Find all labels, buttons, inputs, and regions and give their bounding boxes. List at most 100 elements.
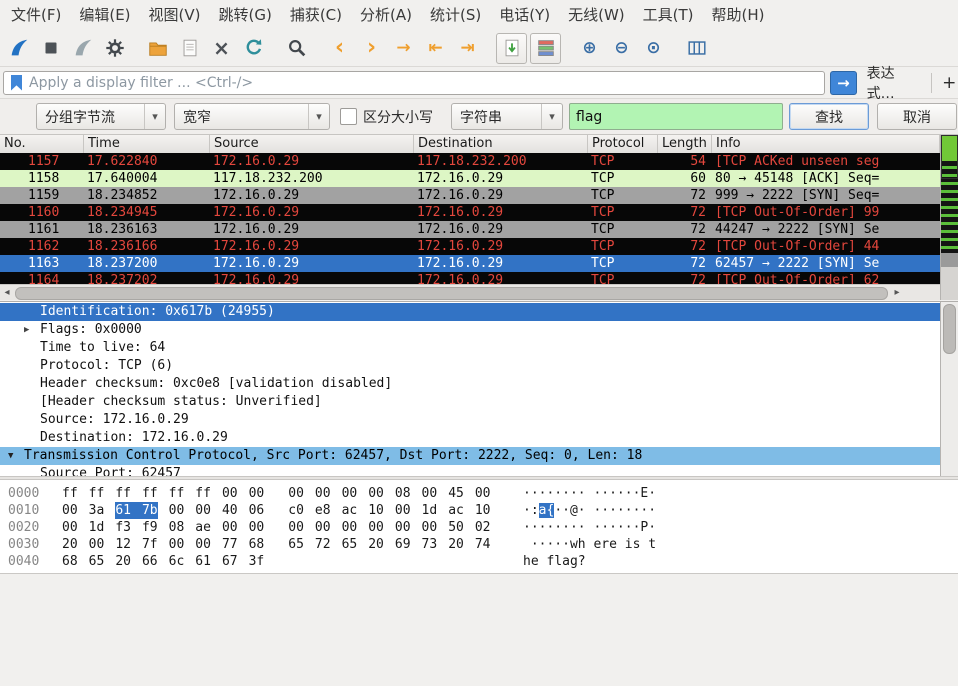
hex-row[interactable]: 0020 00 1d f3 f9 08 ae 00 00 00 00 00 00 00 00 50 02 ····… (0, 519, 958, 536)
go-to-packet-button[interactable]: → (389, 34, 418, 63)
detail-line[interactable]: ▼ Transmission Control Protocol, Src Port… (0, 447, 940, 465)
column-header-time[interactable]: Time (84, 135, 210, 153)
column-header-info[interactable]: Info (712, 135, 940, 153)
hex-byte: 65 (88, 554, 105, 569)
packet-row-1164[interactable]: 1164 18.237202 172.16.0.29 172.16.0.29 TCP 72… (0, 272, 940, 284)
go-forward-button[interactable]: › (357, 34, 386, 63)
stop-capture-button[interactable] (36, 34, 65, 63)
column-header-protocol[interactable]: Protocol (588, 135, 658, 153)
packet-row-1157[interactable]: 1157 17.622840 172.16.0.29 117.18.232.200 TC… (0, 153, 940, 170)
menu-help[interactable]: 帮助(H) (703, 0, 774, 30)
packet-row-1163[interactable]: 1163 18.237200 172.16.0.29 172.16.0.29 TCP 72… (0, 255, 940, 272)
detail-line[interactable]: [Header checksum status: Unverified] (0, 393, 940, 411)
colorize-toggle-button[interactable] (530, 32, 561, 64)
add-filter-button[interactable]: + (940, 73, 958, 93)
zoom-in-button[interactable]: ⊕ (575, 34, 604, 63)
column-header-length[interactable]: Length (658, 135, 712, 153)
detail-line[interactable]: Time to live: 64 (0, 339, 940, 357)
char-width-select[interactable]: 宽窄 ▾ (174, 103, 330, 130)
menu-go[interactable]: 跳转(G) (210, 0, 281, 30)
reload-file-button[interactable] (239, 34, 268, 63)
go-back-button[interactable]: ‹ (325, 34, 354, 63)
packet-list-scrollbar-minimap[interactable] (940, 135, 958, 300)
column-header-no[interactable]: No. (0, 135, 84, 153)
hex-row[interactable]: 0000 ff ff ff ff ff ff 00 00 00 00 00 00 08 00 45 00 ····… (0, 485, 958, 502)
save-file-button[interactable] (175, 34, 204, 63)
expression-button[interactable]: 表达式… (867, 63, 922, 103)
go-last-packet-button[interactable]: ⇥ (453, 34, 482, 63)
packet-row-1162[interactable]: 1162 18.236166 172.16.0.29 172.16.0.29 TCP 72… (0, 238, 940, 255)
detail-line[interactable]: Source Port: 62457 (0, 465, 940, 476)
column-header-source[interactable]: Source (210, 135, 414, 153)
menu-file[interactable]: 文件(F) (2, 0, 70, 30)
display-filter-input[interactable]: Apply a display filter ... <Ctrl-/> (3, 70, 826, 95)
hex-byte: 00 (314, 520, 331, 535)
menu-wireless[interactable]: 无线(W) (559, 0, 634, 30)
chevron-collapsed-icon[interactable]: ▶ (24, 321, 40, 339)
menu-capture[interactable]: 捕获(C) (281, 0, 351, 30)
go-back-icon: ‹ (334, 35, 345, 60)
detail-line[interactable]: Source: 172.16.0.29 (0, 411, 940, 429)
apply-filter-button[interactable]: → (830, 70, 857, 95)
restart-capture-button[interactable] (68, 34, 97, 63)
scroll-left-icon[interactable]: ◂ (0, 285, 14, 300)
hex-row[interactable]: 0040 68 65 20 66 6c 61 67 3f he flag? (0, 553, 958, 570)
detail-line[interactable]: Identification: 0x617b (24955) (0, 303, 940, 321)
find-input[interactable] (569, 103, 783, 130)
chevron-expanded-icon[interactable]: ▼ (8, 447, 24, 465)
search-area-select[interactable]: 分组字节流 ▾ (36, 103, 166, 130)
find-button[interactable]: 查找 (789, 103, 869, 130)
packet-row-1159[interactable]: 1159 18.234852 172.16.0.29 172.16.0.29 TCP 72… (0, 187, 940, 204)
menu-tools[interactable]: 工具(T) (634, 0, 703, 30)
details-scrollbar[interactable] (940, 302, 958, 476)
scroll-right-icon[interactable]: ▸ (890, 285, 904, 300)
hex-byte: 1d (421, 503, 438, 518)
column-header-destination[interactable]: Destination (414, 135, 588, 153)
cell-no: 1164 (28, 273, 60, 284)
menu-view[interactable]: 视图(V) (140, 0, 210, 30)
hex-row[interactable]: 0010 00 3a 61 7b 00 00 40 06 c0 e8 ac 10 00 1d ac 10 ·:a{… (0, 502, 958, 519)
resize-columns-button[interactable] (682, 34, 711, 63)
menu-analyze[interactable]: 分析(A) (351, 0, 421, 30)
zoom-out-button[interactable]: ⊖ (607, 34, 636, 63)
packet-list-hscrollbar[interactable]: ◂ ▸ (0, 284, 940, 300)
hex-offset: 0010 (8, 503, 40, 518)
menu-telephony[interactable]: 电话(Y) (490, 0, 559, 30)
cancel-button[interactable]: 取消 (877, 103, 957, 130)
packet-row-1160[interactable]: 1160 18.234945 172.16.0.29 172.16.0.29 TCP 72… (0, 204, 940, 221)
packet-row-1161[interactable]: 1161 18.236163 172.16.0.29 172.16.0.29 TCP 72… (0, 221, 940, 238)
hex-byte: ff (195, 486, 211, 501)
start-capture-button[interactable] (4, 34, 33, 63)
cell-length: 72 (690, 256, 706, 271)
menu-statistics[interactable]: 统计(S) (421, 0, 490, 30)
find-packet-button[interactable] (282, 34, 311, 63)
filter-bookmark-icon[interactable] (11, 74, 22, 91)
cell-destination: 172.16.0.29 (417, 239, 504, 254)
zoom-normal-icon: ⊙ (646, 38, 661, 58)
cell-info: 999 → 2222 [SYN] Seq= (715, 188, 880, 203)
auto-scroll-toggle-button[interactable] (496, 32, 527, 64)
zoom-normal-button[interactable]: ⊙ (639, 34, 668, 63)
hex-byte: 00 (368, 520, 384, 535)
detail-line[interactable]: ▶ Flags: 0x0000 (0, 321, 940, 339)
cell-source: 117.18.232.200 (213, 171, 323, 186)
hex-row[interactable]: 0030 20 00 12 7f 00 00 77 68 65 72 65 20 69 73 20 74 ···… (0, 536, 958, 553)
detail-line[interactable]: Protocol: TCP (6) (0, 357, 940, 375)
hex-byte: 00 (341, 486, 358, 501)
packet-row-1158[interactable]: 1158 17.640004 117.18.232.200 172.16.0.29 TC… (0, 170, 940, 187)
search-type-select[interactable]: 字符串 ▾ (451, 103, 563, 130)
capture-options-button[interactable] (100, 34, 129, 63)
open-file-button[interactable] (143, 34, 172, 63)
detail-line[interactable]: Header checksum: 0xc0e8 [validation disa… (0, 375, 940, 393)
hscrollbar-thumb[interactable] (15, 287, 888, 300)
go-first-packet-button[interactable]: ⇤ (421, 34, 450, 63)
detail-text: Source Port: 62457 (40, 466, 181, 476)
menu-edit[interactable]: 编辑(E) (70, 0, 139, 30)
case-sensitive-checkbox[interactable]: 区分大小写 (340, 107, 433, 127)
go-last-packet-icon: ⇥ (460, 38, 475, 58)
detail-line[interactable]: Destination: 172.16.0.29 (0, 429, 940, 447)
minimap-view-indicator[interactable] (941, 135, 958, 179)
close-file-button[interactable]: × (207, 34, 236, 63)
cell-source: 172.16.0.29 (213, 205, 300, 220)
details-scrollbar-thumb[interactable] (943, 304, 956, 354)
